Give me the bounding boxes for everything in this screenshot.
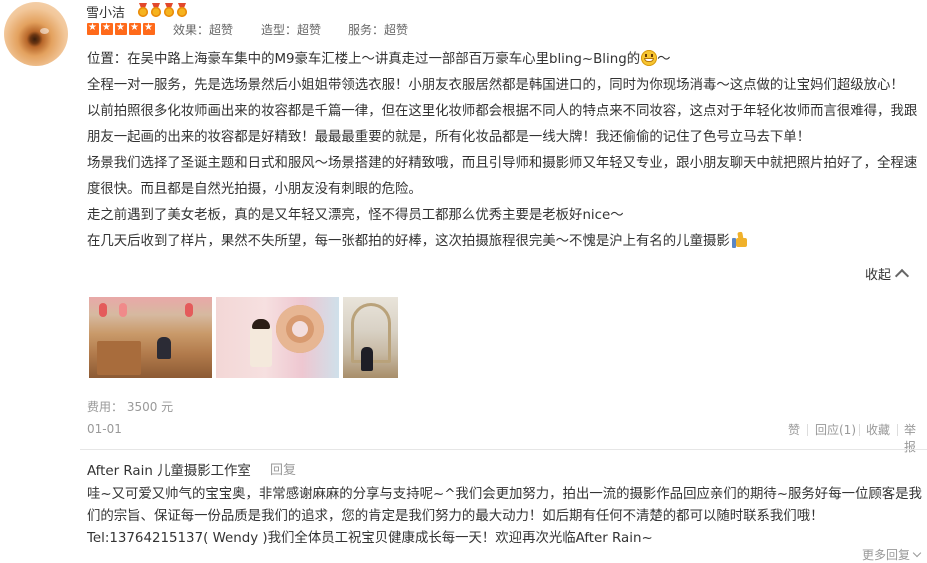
collapse-button[interactable]: 收起 xyxy=(865,264,910,284)
score-style: 造型：超赞 xyxy=(261,23,322,37)
merchant-reply-text: 哇~又可爱又帅气的宝宝奥，非常感谢麻麻的分享与支持呢~^我们会更加努力，拍出一流… xyxy=(87,487,922,546)
user-avatar[interactable] xyxy=(4,2,68,66)
merchant-name: After Rain 儿童摄影工作室 xyxy=(87,464,251,479)
rating-stars xyxy=(87,21,155,35)
grin-face-icon xyxy=(641,50,658,66)
review-paragraph: 以前拍照很多化妆师画出来的妆容都是千篇一律，但在这里化妆师都会根据不同人的特点来… xyxy=(87,104,918,145)
review-photo-3[interactable] xyxy=(343,297,398,378)
fee-text: 费用： 3500 元 xyxy=(87,400,174,414)
reply-count-button[interactable]: 回应(1) xyxy=(815,421,856,438)
review-body: 位置：在吴中路上海豪车集中的M9豪车汇楼上～讲真走过一部部百万豪车心里bling… xyxy=(87,47,922,255)
review-paragraph: 走之前遇到了美女老板，真的是又年轻又漂亮，怪不得员工都那么优秀主要是老板好nic… xyxy=(87,208,624,223)
favorite-button[interactable]: 收藏 xyxy=(866,421,890,438)
collapse-label: 收起 xyxy=(865,268,892,283)
review-paragraph: 全程一对一服务，先是选场景然后小姐姐带领选衣服！小朋友衣服居然都是韩国进口的，同… xyxy=(87,78,904,93)
review-photo-1[interactable] xyxy=(89,297,212,378)
divider xyxy=(897,424,898,436)
user-medals xyxy=(137,3,188,17)
review-paragraph: 场景我们选择了圣诞主题和日式和服风～场景搭建的好精致哦，而且引导师和摄影师又年轻… xyxy=(87,156,918,197)
username[interactable]: 雪小洁 xyxy=(86,2,125,21)
like-button[interactable]: 赞 xyxy=(788,421,800,438)
medal-icon xyxy=(137,3,149,17)
review-paragraph: 在几天后收到了样片，果然不失所望，每一张都拍的好棒，这次拍摄旅程很完美～不愧是沪… xyxy=(87,229,922,255)
star-icon xyxy=(115,21,127,35)
divider xyxy=(807,424,808,436)
medal-icon xyxy=(163,3,175,17)
review-photo-2[interactable] xyxy=(216,297,339,378)
review-date: 01-01 xyxy=(87,422,122,436)
divider xyxy=(859,424,860,436)
medal-icon xyxy=(150,3,162,17)
thumbs-up-icon xyxy=(731,231,748,248)
more-replies-link[interactable]: 更多回复 xyxy=(862,546,922,563)
star-icon xyxy=(101,21,113,35)
chevron-down-icon xyxy=(912,548,922,558)
review-paragraph: 位置：在吴中路上海豪车集中的M9豪车汇楼上～讲真走过一部部百万豪车心里bling… xyxy=(87,50,671,67)
reply-button[interactable]: 回复 xyxy=(270,459,296,478)
score-effect: 效果：超赞 xyxy=(173,23,234,37)
chevron-up-icon xyxy=(894,268,910,284)
star-icon xyxy=(143,21,155,35)
score-service: 服务：超赞 xyxy=(348,23,409,37)
more-replies-label: 更多回复 xyxy=(862,548,911,562)
medal-icon xyxy=(176,3,188,17)
star-icon xyxy=(129,21,141,35)
star-icon xyxy=(87,21,99,35)
